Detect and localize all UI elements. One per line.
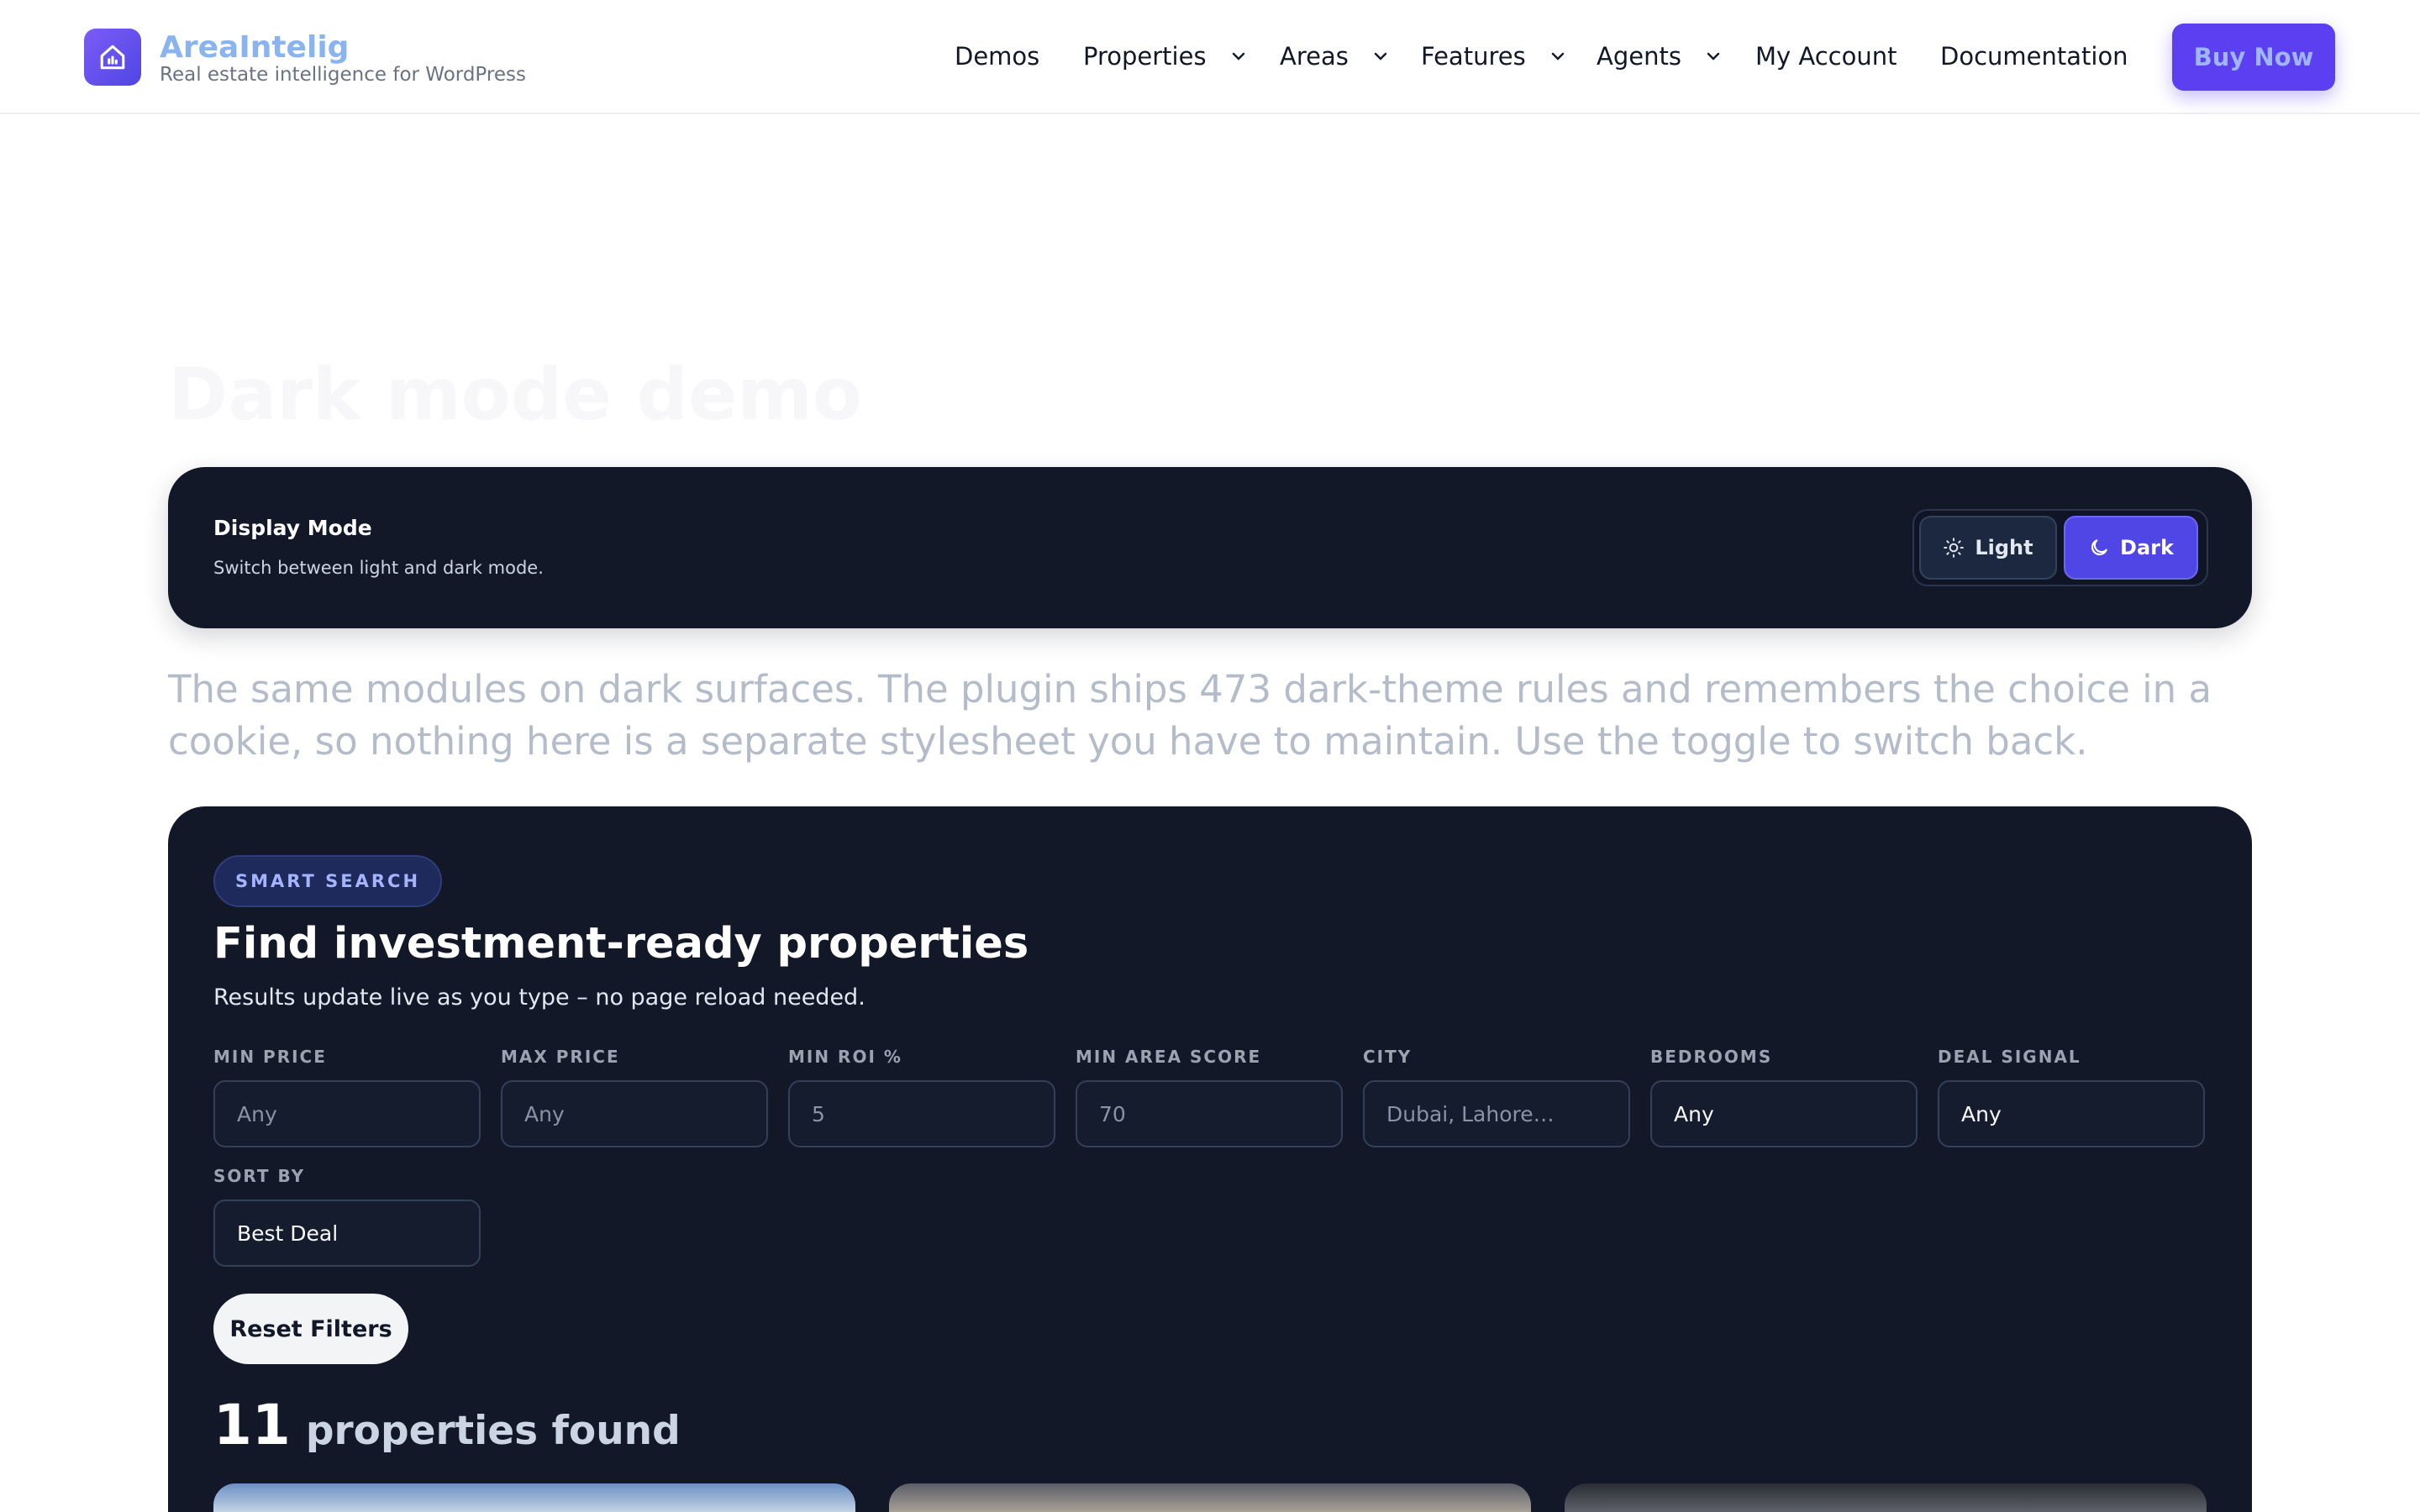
display-mode-title: Display Mode (213, 516, 372, 540)
chevron-down-icon[interactable] (1230, 48, 1247, 65)
bedrooms-label: BEDROOMS (1650, 1047, 1773, 1067)
nav-item-agents[interactable]: Agents (1597, 42, 1722, 71)
min-area-score-label: MIN AREA SCORE (1076, 1047, 1262, 1067)
property-card-image[interactable] (889, 1483, 1531, 1512)
nav-item-label: My Account (1755, 42, 1897, 71)
deal-signal-select[interactable]: Any (1938, 1080, 2205, 1147)
results-count: 11 properties found (213, 1393, 681, 1457)
brand-name[interactable]: AreaIntelig (160, 30, 349, 65)
nav-item-my-account[interactable]: My Account (1755, 42, 1897, 71)
nav-item-label: Areas (1280, 42, 1349, 71)
city-input[interactable]: Dubai, Lahore… (1363, 1080, 1630, 1147)
light-mode-label: Light (1975, 536, 2033, 559)
nav-item-label: Properties (1083, 42, 1207, 71)
search-title: Find investment-ready properties (213, 919, 1029, 969)
display-mode-subtitle: Switch between light and dark mode. (213, 558, 544, 578)
results-count-number: 11 (213, 1393, 291, 1457)
nav-item-areas[interactable]: Areas (1280, 42, 1389, 71)
sun-icon (1943, 537, 1965, 559)
home-icon[interactable] (84, 29, 141, 86)
smart-search-badge: SMART SEARCH (213, 855, 443, 907)
chevron-down-icon[interactable] (1705, 48, 1722, 65)
display-mode-toggle: Light Dark (1912, 509, 2208, 586)
nav-item-demos[interactable]: Demos (955, 42, 1039, 71)
city-label: CITY (1363, 1047, 1413, 1067)
nav-item-properties[interactable]: Properties (1083, 42, 1247, 71)
display-mode-card: Display Mode Switch between light and da… (168, 467, 2252, 628)
moon-icon (2088, 537, 2110, 559)
property-card-image[interactable] (213, 1483, 855, 1512)
brand-tagline: Real estate intelligence for WordPress (160, 64, 526, 86)
buy-now-button[interactable]: Buy Now (2172, 24, 2335, 91)
sort-by-label: SORT BY (213, 1166, 306, 1186)
nav-item-documentation[interactable]: Documentation (1940, 42, 2128, 71)
bedrooms-select[interactable]: Any (1650, 1080, 1918, 1147)
results-count-text: properties found (305, 1408, 681, 1454)
search-subtitle: Results update live as you type – no pag… (213, 984, 865, 1011)
min-price-label: MIN PRICE (213, 1047, 327, 1067)
sort-by-select[interactable]: Best Deal (213, 1200, 481, 1267)
chevron-down-icon[interactable] (1549, 48, 1566, 65)
nav-item-label: Features (1421, 42, 1526, 71)
light-mode-button[interactable]: Light (1919, 516, 2057, 580)
site-header: AreaIntelig Real estate intelligence for… (0, 0, 2420, 114)
nav-item-features[interactable]: Features (1421, 42, 1566, 71)
min-roi-input[interactable]: 5 (788, 1080, 1055, 1147)
dark-mode-label: Dark (2120, 536, 2174, 559)
dark-mode-button[interactable]: Dark (2064, 516, 2198, 580)
intro-paragraph: The same modules on dark surfaces. The p… (168, 667, 2212, 764)
nav-item-label: Agents (1597, 42, 1681, 71)
smart-search-card: SMART SEARCH Find investment-ready prope… (168, 806, 2252, 1512)
nav-item-label: Documentation (1940, 42, 2128, 71)
max-price-label: MAX PRICE (501, 1047, 620, 1067)
deal-signal-label: DEAL SIGNAL (1938, 1047, 2081, 1067)
nav-item-label: Demos (955, 42, 1040, 71)
max-price-input[interactable]: Any (501, 1080, 768, 1147)
min-price-input[interactable]: Any (213, 1080, 481, 1147)
reset-filters-button[interactable]: Reset Filters (213, 1294, 408, 1364)
property-card-image[interactable] (1565, 1483, 2207, 1512)
min-area-score-input[interactable]: 70 (1076, 1080, 1343, 1147)
min-roi-label: MIN ROI % (788, 1047, 902, 1067)
chevron-down-icon[interactable] (1372, 48, 1389, 65)
page-title: Dark mode demo (168, 353, 863, 437)
